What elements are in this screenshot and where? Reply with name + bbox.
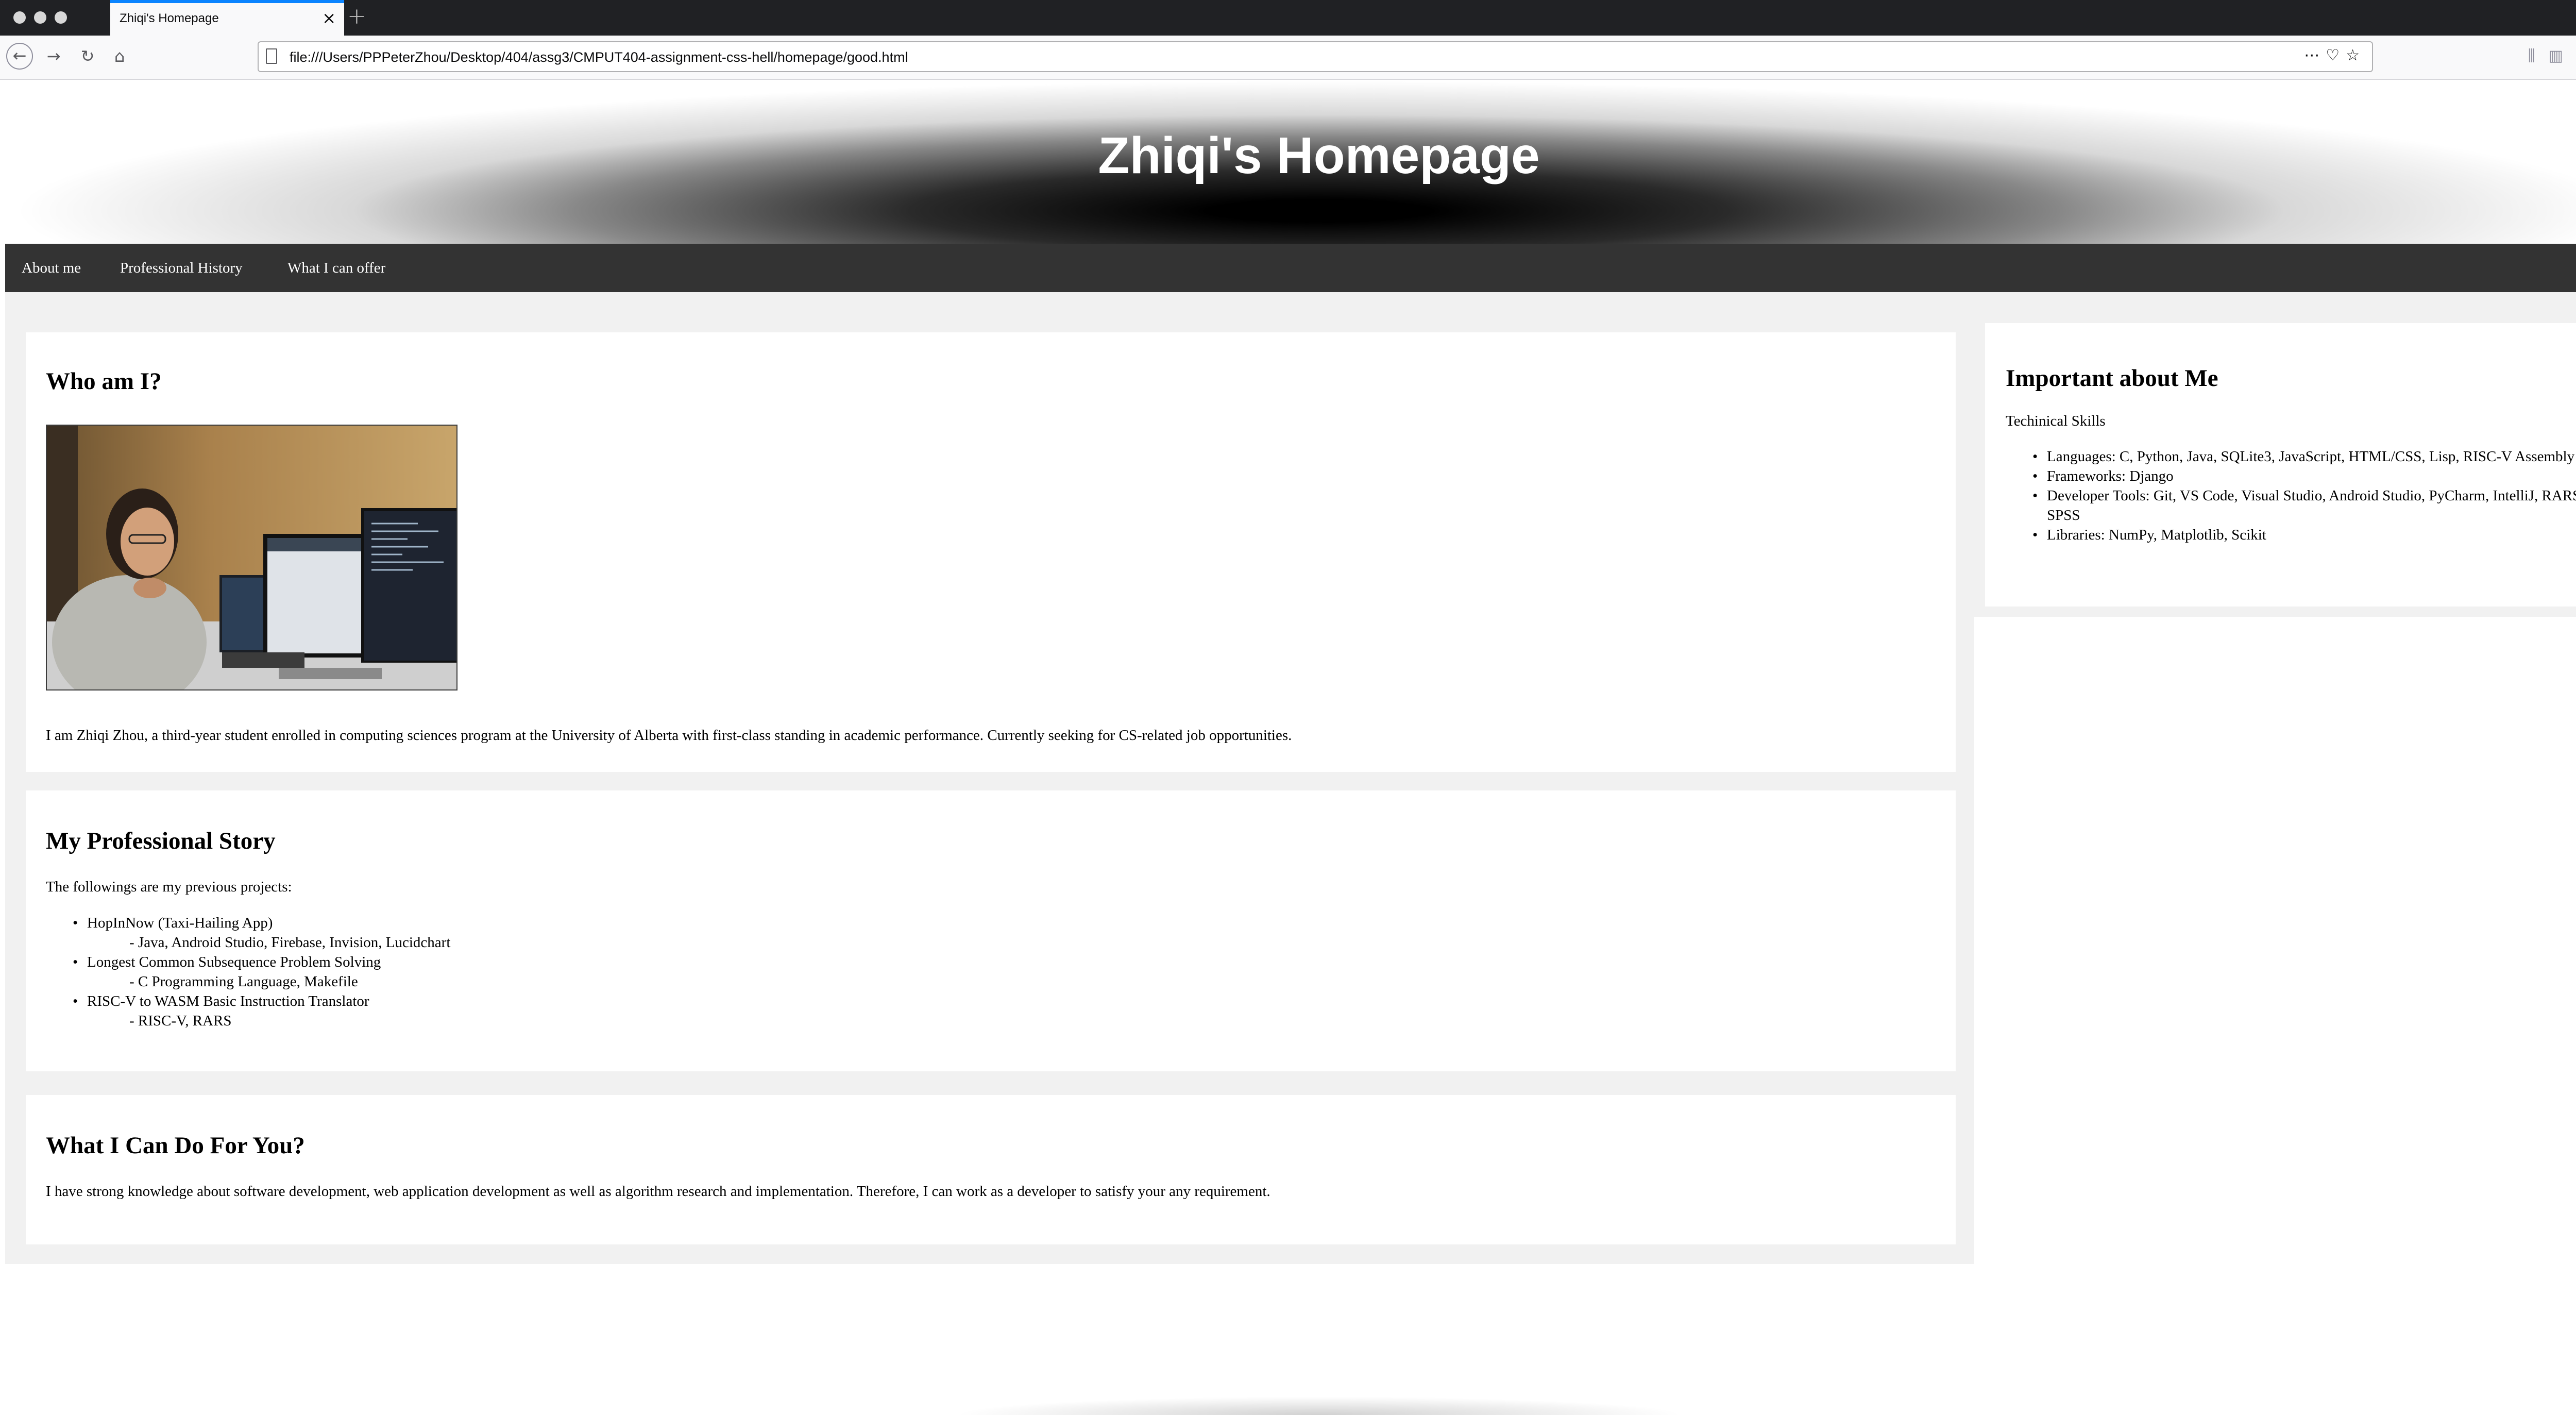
browser-tab-bar: Zhiqi's Homepage × + — [0, 0, 2576, 36]
skill-item: • Frameworks: Django — [2032, 468, 2174, 484]
professional-story-heading: My Professional Story — [46, 828, 276, 854]
library-icon[interactable]: ⫼ — [2528, 47, 2549, 65]
more-icon[interactable]: ⋯ — [2304, 46, 2326, 64]
what-i-offer-heading: What I Can Do For You? — [46, 1132, 305, 1159]
project-tech: - C Programming Language, Makefile — [129, 973, 358, 990]
pocket-icon[interactable]: ♡ — [2326, 46, 2346, 64]
page: Zhiqi's Homepage About me Professional H… — [5, 80, 2576, 1415]
skills-list: • Languages: C, Python, Java, SQLite3, Ja… — [2032, 447, 2576, 545]
page-title: Zhiqi's Homepage — [1098, 127, 1540, 184]
project-name: RISC-V to WASM Basic Instruction Transla… — [87, 993, 369, 1009]
project-item: • RISC-V to WASM Basic Instruction Transl… — [73, 991, 450, 1031]
back-arrow-icon[interactable]: ← — [6, 43, 33, 70]
skill-item: • Libraries: NumPy, Matplotlib, Scikit — [2032, 527, 2266, 543]
nav-link-about-me[interactable]: About me — [22, 244, 81, 292]
page-header: Zhiqi's Homepage — [5, 80, 2576, 244]
page-bottom-shadow — [953, 1396, 1685, 1415]
skill-item: • Developer Tools: Git, VS Code, Visual S… — [2032, 487, 2576, 524]
about-me-card: Who am I? I am Zhiqi Zhou, a third-year … — [26, 332, 1956, 772]
professional-story-card: My Professional Story The followings are… — [26, 790, 1956, 1071]
project-name: Longest Common Subsequence Problem Solvi… — [87, 954, 381, 970]
technical-skills-label: Techinical Skills — [2006, 413, 2106, 429]
project-name: HopInNow (Taxi-Hailing App) — [87, 915, 273, 931]
tab-title: Zhiqi's Homepage — [120, 11, 219, 25]
new-tab-button[interactable]: + — [347, 3, 366, 29]
top-navigation: About me Professional History What I can… — [5, 244, 2576, 292]
reload-icon[interactable]: ↻ — [74, 43, 101, 70]
tab-close-icon[interactable]: × — [322, 8, 336, 28]
browser-tab[interactable]: Zhiqi's Homepage × — [110, 0, 344, 36]
profile-photo — [46, 425, 457, 690]
projects-intro: The followings are my previous projects: — [46, 879, 292, 895]
minimize-window-icon[interactable] — [34, 11, 46, 24]
url-text[interactable]: file:///Users/PPPeterZhou/Desktop/404/as… — [290, 49, 908, 65]
maximize-window-icon[interactable] — [55, 11, 67, 24]
about-me-heading: Who am I? — [46, 368, 162, 395]
forward-arrow-icon[interactable]: → — [40, 43, 67, 70]
sidebar-icon[interactable]: ▥ — [2549, 47, 2576, 65]
what-i-offer-text: I have strong knowledge about software d… — [46, 1183, 1270, 1200]
projects-list: • HopInNow (Taxi-Hailing App) - Java, Andr… — [73, 913, 451, 1031]
project-tech: - Java, Android Studio, Firebase, Invisi… — [129, 934, 451, 951]
url-bar[interactable]: file:///Users/PPPeterZhou/Desktop/404/as… — [258, 41, 2373, 72]
nav-link-professional-history[interactable]: Professional History — [120, 244, 243, 292]
url-actions: ⋯♡☆ — [2304, 46, 2366, 64]
browser-toolbar: ← → ↻ ⌂ file:///Users/PPPeterZhou/Deskto… — [0, 36, 2576, 80]
important-heading: Important about Me — [2006, 365, 2218, 392]
close-window-icon[interactable] — [13, 11, 26, 24]
home-icon[interactable]: ⌂ — [106, 43, 133, 70]
nav-link-what-i-can-offer[interactable]: What I can offer — [287, 244, 385, 292]
what-i-offer-card: What I Can Do For You? I have strong kno… — [26, 1095, 1956, 1244]
skill-item: • Languages: C, Python, Java, SQLite3, Ja… — [2032, 448, 2575, 465]
project-item: • Longest Common Subsequence Problem Solv… — [73, 952, 450, 991]
toolbar-right-icons: ⫼▥◉☰ — [2528, 47, 2576, 65]
project-item: • HopInNow (Taxi-Hailing App) - Java, Andr… — [73, 913, 451, 952]
about-me-text: I am Zhiqi Zhou, a third-year student en… — [46, 727, 1292, 744]
star-icon[interactable]: ☆ — [2346, 46, 2366, 64]
important-card: Important about Me Techinical Skills • La… — [1985, 323, 2576, 607]
project-tech: - RISC-V, RARS — [129, 1013, 232, 1029]
page-icon — [266, 48, 277, 64]
